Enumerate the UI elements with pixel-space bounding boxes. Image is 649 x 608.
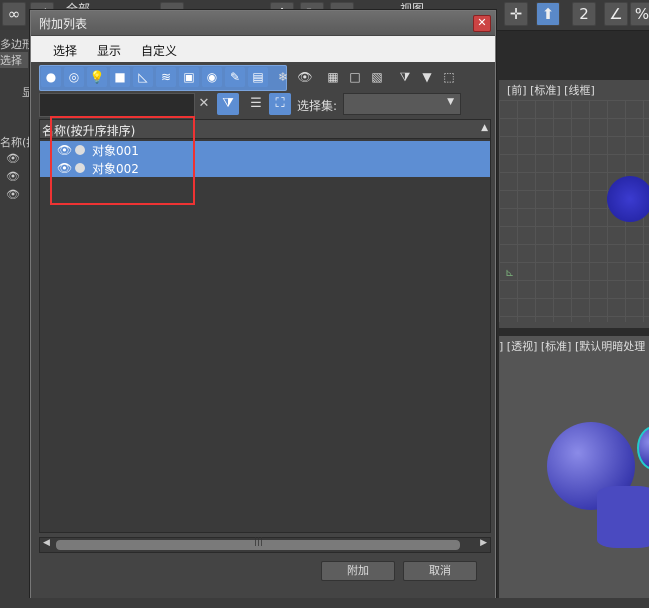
snap-2-5-icon[interactable]: 2	[572, 2, 596, 26]
show-none-icon[interactable]: □	[345, 67, 365, 87]
sort-asc-icon: ▲	[481, 123, 488, 133]
hierarchy-icon[interactable]: ⛶	[269, 93, 291, 115]
menu-select[interactable]: 选择	[53, 42, 77, 59]
select-manipulate-icon[interactable]: ⬆	[536, 2, 560, 26]
status-bar	[0, 598, 649, 608]
dialog-titlebar[interactable]: 附加列表 ✕	[31, 11, 495, 35]
horizontal-scrollbar[interactable]: ◀ ||| ▶	[39, 537, 491, 553]
eye-icon[interactable]: 👁	[6, 152, 20, 165]
left-command-panel: 多边形式 选择 显 名称(按 👁 👁 👁	[0, 30, 44, 608]
angle-snap-icon[interactable]: ∠	[604, 2, 628, 26]
selection-set-dropdown[interactable]: ▼	[343, 93, 461, 115]
frozen-filter-icon[interactable]: ❄	[273, 67, 293, 87]
selection-set-label: 选择集:	[297, 99, 338, 113]
helpers-filter-icon[interactable]: ◺	[133, 67, 153, 87]
cylinder-object[interactable]	[597, 486, 649, 548]
percent-snap-icon[interactable]: %	[630, 2, 649, 26]
dialog-menubar: 选择 显示 自定义	[31, 36, 495, 62]
scroll-left-icon[interactable]: ◀	[43, 538, 50, 548]
left-tab-select[interactable]: 选择	[0, 52, 28, 68]
viewport-persp-label[interactable]: ] [透视] [标准] [默认明暗处理	[499, 338, 645, 354]
dialog-title: 附加列表	[39, 17, 88, 31]
close-button[interactable]: ✕	[473, 15, 491, 32]
layers-icon[interactable]: ☰	[245, 93, 267, 115]
containers-filter-icon[interactable]: ▤	[248, 67, 268, 87]
search-input[interactable]	[39, 93, 195, 117]
filter-icon[interactable]: ▼	[417, 67, 437, 87]
cancel-button[interactable]: 取消	[403, 561, 477, 581]
attach-list-dialog: 附加列表 ✕ 选择 显示 自定义 ● ◎ 💡 ■ ◺ ≋ ▣ ◉ ✎ ▤ ❄ 👁…	[30, 10, 496, 600]
bones-filter-icon[interactable]: ✎	[225, 67, 245, 87]
sync-filter-icon[interactable]: ⧩	[395, 67, 415, 87]
axis-gizmo-icon: ⊾	[505, 266, 515, 279]
sphere-object[interactable]	[607, 176, 649, 222]
cameras-filter-icon[interactable]: ■	[110, 67, 130, 87]
grip-icon: |||	[254, 537, 264, 547]
chevron-down-icon: ▼	[447, 97, 454, 107]
scroll-right-icon[interactable]: ▶	[480, 538, 487, 548]
annotation-highlight-box	[50, 116, 195, 205]
eye-icon[interactable]: 👁	[6, 188, 20, 201]
viewport-perspective[interactable]: ] [透视] [标准] [默认明暗处理	[499, 336, 649, 598]
hidden-filter-icon[interactable]: 👁	[295, 67, 315, 87]
spacewarps-filter-icon[interactable]: ≋	[156, 67, 176, 87]
menu-display[interactable]: 显示	[97, 42, 121, 59]
xrefs-filter-icon[interactable]: ◉	[202, 67, 222, 87]
pivot-icon[interactable]: ✛	[504, 2, 528, 26]
filter-toolbar: ● ◎ 💡 ■ ◺ ≋ ▣ ◉ ✎ ▤ ❄ 👁 ▦ □ ▧ ⧩ ▼ ⬚	[39, 65, 489, 91]
layer-manager-icon[interactable]: ⬚	[439, 67, 459, 87]
lights-filter-icon[interactable]: 💡	[87, 67, 107, 87]
clear-search-icon[interactable]: ✕	[193, 93, 215, 115]
viewport-front-label[interactable]: [前] [标准] [线框]	[507, 82, 595, 98]
viewport-front[interactable]: [前] [标准] [线框] ⊾	[499, 80, 649, 328]
geometry-filter-icon[interactable]: ●	[41, 67, 61, 87]
link-icon[interactable]: ∞	[2, 2, 26, 26]
shapes-filter-icon[interactable]: ◎	[64, 67, 84, 87]
menu-customize[interactable]: 自定义	[141, 42, 177, 59]
search-row: ✕ ⧩ ☰ ⛶ 选择集: ▼	[39, 93, 489, 117]
sphere-object-selected[interactable]	[637, 426, 649, 470]
eye-icon[interactable]: 👁	[6, 170, 20, 183]
invert-icon[interactable]: ▧	[367, 67, 387, 87]
filter-toggle-icon[interactable]: ⧩	[217, 93, 239, 115]
show-all-icon[interactable]: ▦	[323, 67, 343, 87]
attach-button[interactable]: 附加	[321, 561, 395, 581]
groups-filter-icon[interactable]: ▣	[179, 67, 199, 87]
